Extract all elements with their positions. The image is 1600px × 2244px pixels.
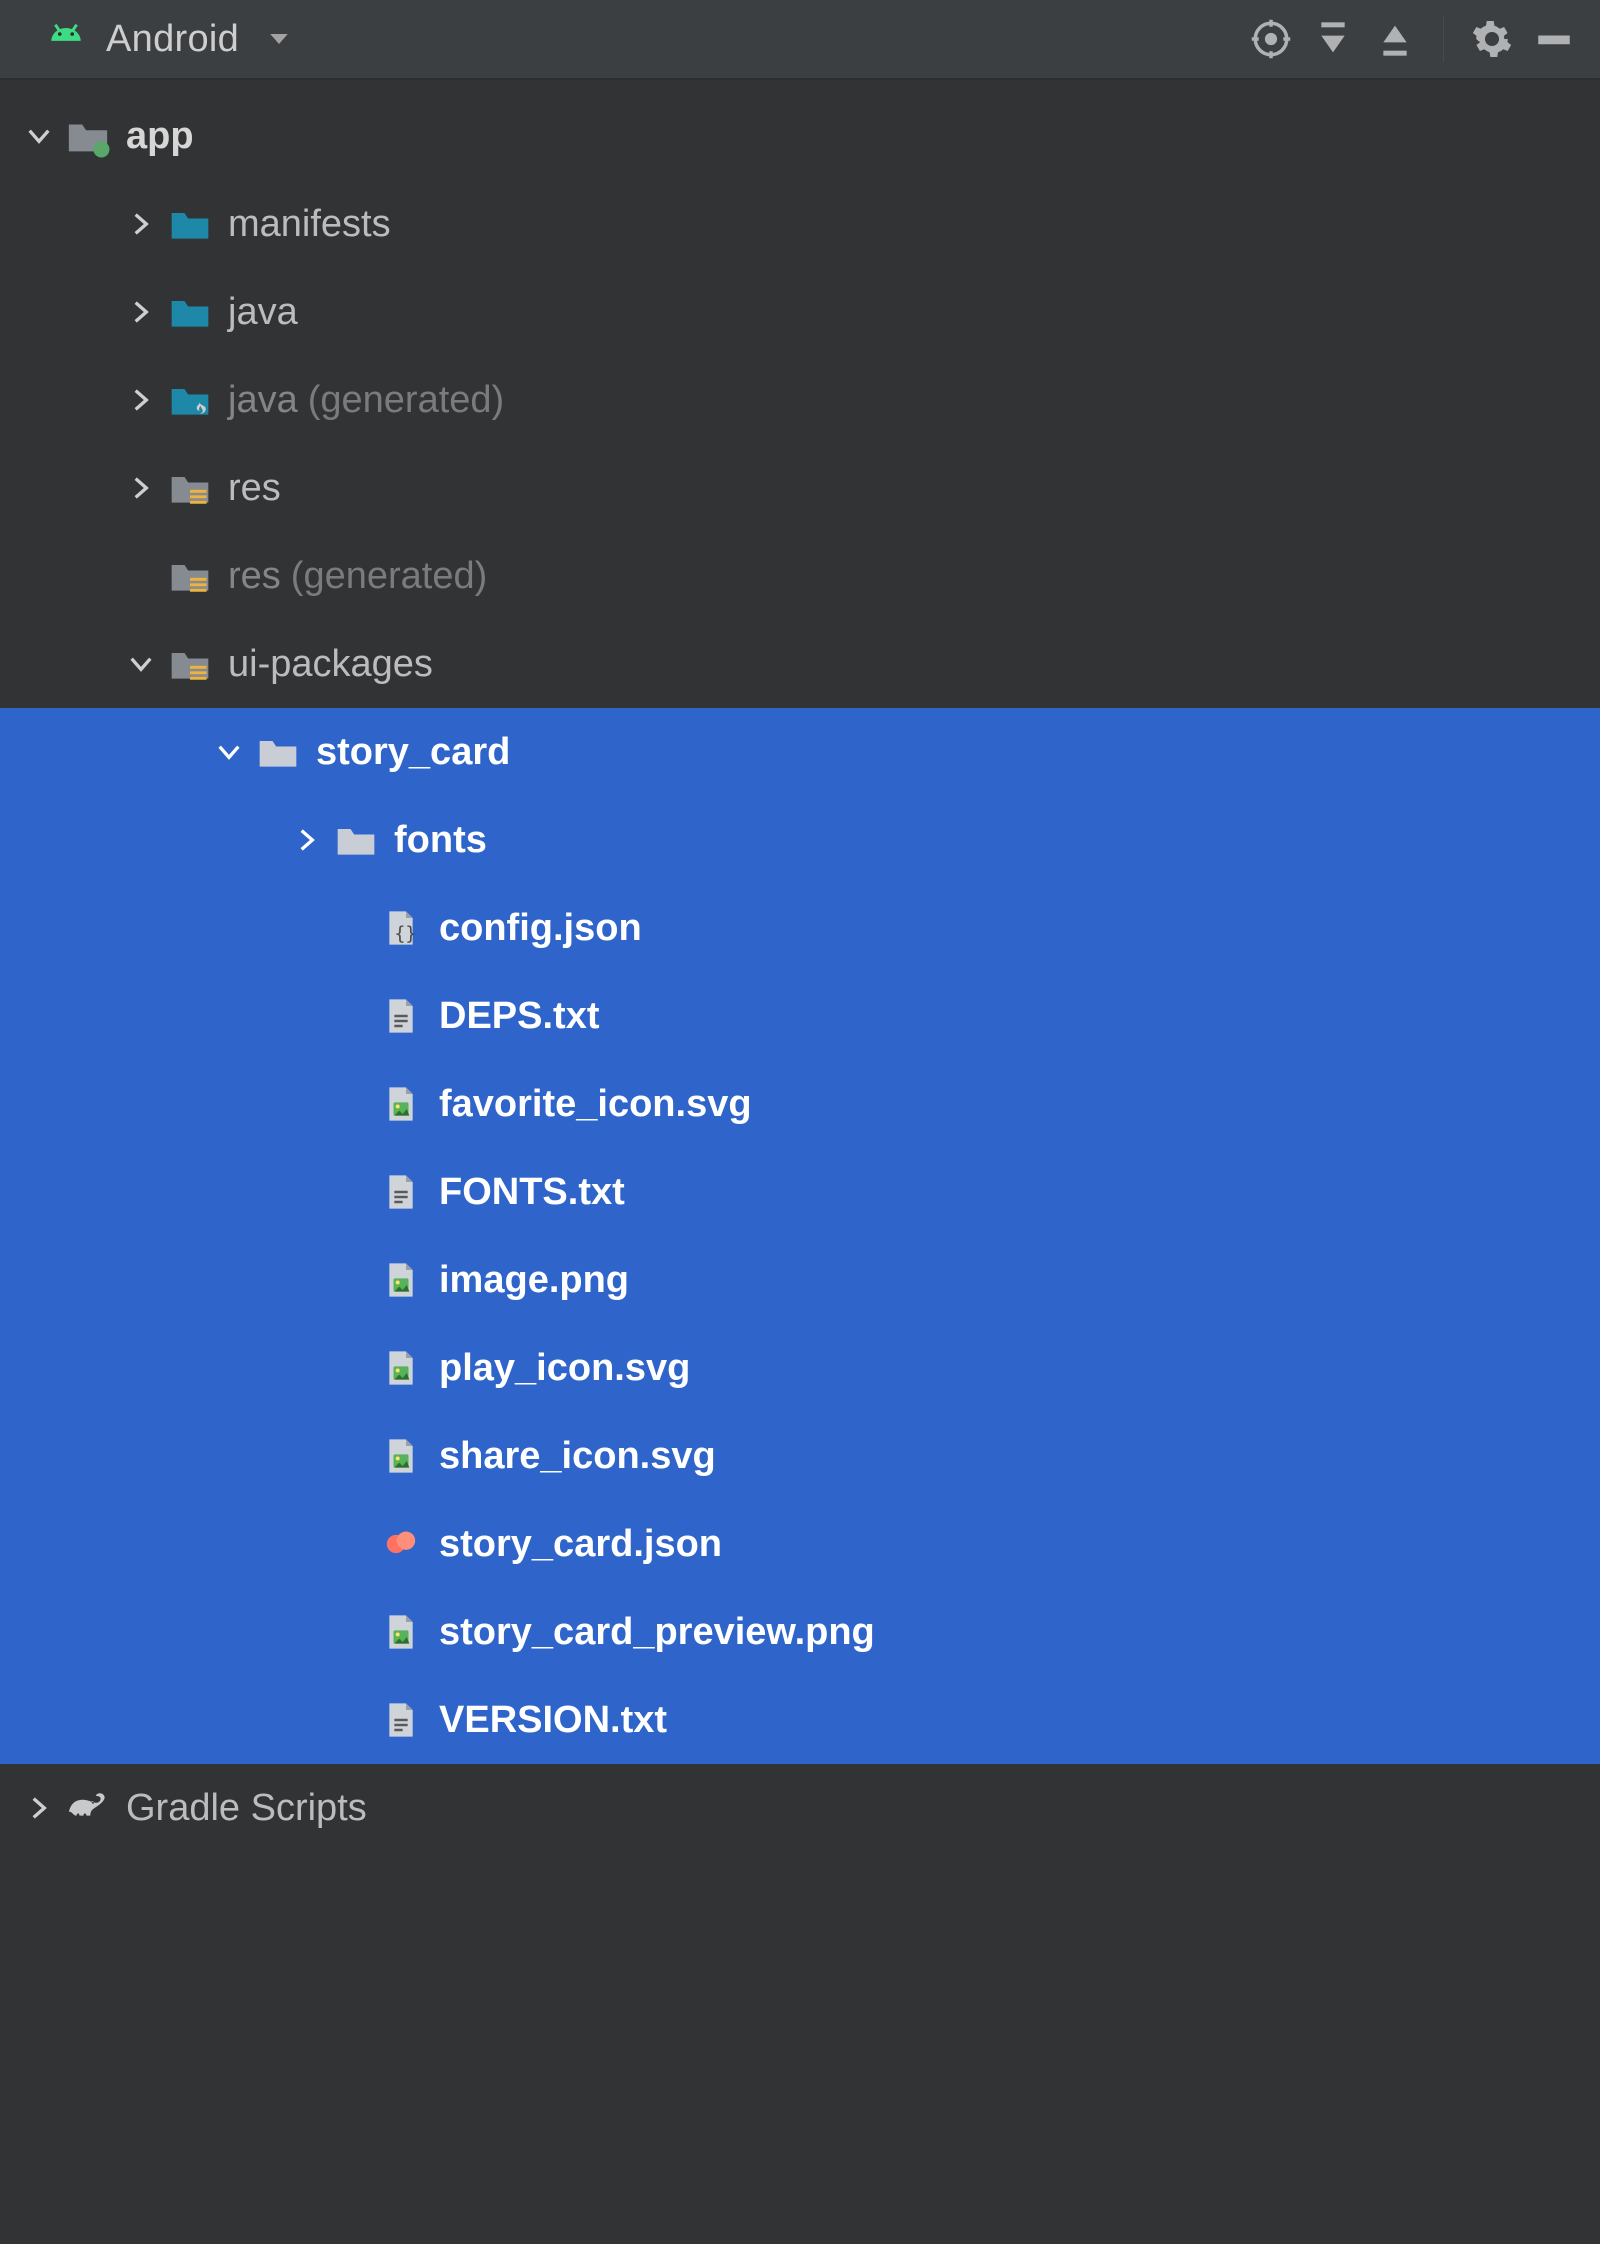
chevron-right-icon [118, 201, 164, 247]
chevron-down-icon [206, 729, 252, 775]
tree-label: fonts [394, 819, 487, 862]
tree-label: java [228, 379, 298, 422]
view-selector[interactable]: Android [44, 17, 301, 61]
chevron-down-icon [16, 113, 62, 159]
tree-label: favorite_icon.svg [439, 1083, 752, 1126]
project-toolbar: Android [0, 0, 1600, 80]
tree-node-manifests[interactable]: manifests [0, 180, 1600, 268]
module-folder-icon [62, 110, 114, 162]
gear-icon[interactable] [1470, 17, 1514, 61]
tree-label: config.json [439, 907, 642, 950]
project-tree: app manifests java java (generated) [0, 80, 1600, 1852]
tree-file-play-icon-svg[interactable]: play_icon.svg [0, 1324, 1600, 1412]
tree-node-fonts[interactable]: fonts [0, 796, 1600, 884]
chevron-right-icon [16, 1785, 62, 1831]
folder-icon [164, 286, 216, 338]
tree-label: play_icon.svg [439, 1347, 690, 1390]
generated-folder-icon [164, 374, 216, 426]
tree-label: story_card [316, 731, 510, 774]
chevron-down-icon [118, 641, 164, 687]
json-file-icon: {} [375, 902, 427, 954]
chevron-right-icon [118, 465, 164, 511]
tree-suffix: (generated) [308, 379, 504, 422]
toolbar-divider [1443, 16, 1444, 62]
tree-label: app [126, 115, 194, 158]
text-file-icon [375, 990, 427, 1042]
tree-node-java-generated[interactable]: java (generated) [0, 356, 1600, 444]
resource-folder-icon [164, 462, 216, 514]
gradle-icon [62, 1782, 114, 1834]
tree-label: Gradle Scripts [126, 1787, 367, 1830]
select-opened-file-icon[interactable] [1249, 17, 1293, 61]
figma-file-icon [375, 1518, 427, 1570]
tree-node-ui-packages[interactable]: ui-packages [0, 620, 1600, 708]
tree-label: share_icon.svg [439, 1435, 716, 1478]
text-file-icon [375, 1694, 427, 1746]
tree-label: DEPS.txt [439, 995, 599, 1038]
tree-node-gradle-scripts[interactable]: Gradle Scripts [0, 1764, 1600, 1852]
tree-node-story-card[interactable]: story_card [0, 708, 1600, 796]
tree-label: image.png [439, 1259, 629, 1302]
chevron-down-icon [257, 17, 301, 61]
android-icon [44, 17, 88, 61]
image-file-icon [375, 1606, 427, 1658]
tree-file-story-card-json[interactable]: story_card.json [0, 1500, 1600, 1588]
resource-folder-icon [164, 550, 216, 602]
tree-node-res[interactable]: res [0, 444, 1600, 532]
tree-file-image-png[interactable]: image.png [0, 1236, 1600, 1324]
image-file-icon [375, 1254, 427, 1306]
tree-label: story_card_preview.png [439, 1611, 875, 1654]
tree-label: VERSION.txt [439, 1699, 667, 1742]
tree-file-deps-txt[interactable]: DEPS.txt [0, 972, 1600, 1060]
chevron-right-icon [118, 289, 164, 335]
chevron-right-icon [118, 377, 164, 423]
image-file-icon [375, 1342, 427, 1394]
tree-label: res [228, 467, 281, 510]
image-file-icon [375, 1078, 427, 1130]
tree-label: manifests [228, 203, 391, 246]
collapse-all-icon[interactable] [1373, 17, 1417, 61]
chevron-right-icon [284, 817, 330, 863]
resource-folder-icon [164, 638, 216, 690]
tree-label: story_card.json [439, 1523, 722, 1566]
expand-all-icon[interactable] [1311, 17, 1355, 61]
image-file-icon [375, 1430, 427, 1482]
tree-file-fonts-txt[interactable]: FONTS.txt [0, 1148, 1600, 1236]
tree-file-favorite-icon-svg[interactable]: favorite_icon.svg [0, 1060, 1600, 1148]
svg-text:{}: {} [394, 924, 416, 945]
tree-node-java[interactable]: java [0, 268, 1600, 356]
tree-label: FONTS.txt [439, 1171, 625, 1214]
tree-label: java [228, 291, 298, 334]
tree-suffix: (generated) [291, 555, 487, 598]
tree-label: res [228, 555, 281, 598]
blank-chevron [118, 553, 164, 599]
folder-icon [330, 814, 382, 866]
tree-file-story-card-preview-png[interactable]: story_card_preview.png [0, 1588, 1600, 1676]
tree-label: ui-packages [228, 643, 433, 686]
tree-file-config-json[interactable]: {} config.json [0, 884, 1600, 972]
tree-file-version-txt[interactable]: VERSION.txt [0, 1676, 1600, 1764]
text-file-icon [375, 1166, 427, 1218]
tree-file-share-icon-svg[interactable]: share_icon.svg [0, 1412, 1600, 1500]
tree-node-res-generated[interactable]: res (generated) [0, 532, 1600, 620]
folder-icon [252, 726, 304, 778]
tree-node-app[interactable]: app [0, 92, 1600, 180]
hide-panel-icon[interactable] [1532, 17, 1576, 61]
view-selector-label: Android [106, 18, 239, 61]
folder-icon [164, 198, 216, 250]
